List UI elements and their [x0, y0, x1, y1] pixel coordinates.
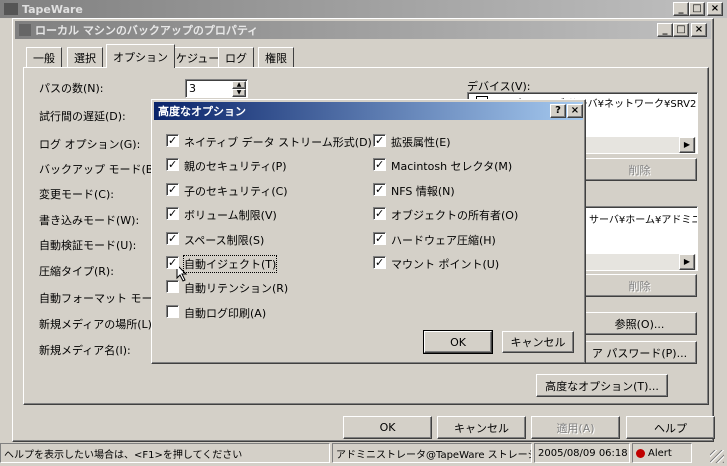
- properties-maximize-button[interactable]: □: [673, 23, 689, 37]
- write-mode-label: 書き込みモード(W):: [39, 214, 140, 227]
- option-checkbox[interactable]: [373, 231, 386, 245]
- advanced-dialog-close-button[interactable]: ×: [567, 104, 583, 118]
- advanced-cancel-button[interactable]: キャンセル: [502, 331, 574, 353]
- option-label: ネイティブ データ ストリーム形式(D): [184, 136, 372, 149]
- option-label: スペース制限(S): [184, 233, 265, 247]
- resize-grip-icon[interactable]: [710, 450, 724, 463]
- option-label: 親のセキュリティ(P): [184, 160, 287, 174]
- new-media-name-label: 新規メディア名(I):: [39, 344, 131, 357]
- option-label: ハードウェア圧縮(H): [391, 233, 496, 247]
- option-label: オブジェクトの所有者(O): [391, 209, 519, 223]
- option-right_options-3[interactable]: オブジェクトの所有者(O): [373, 206, 563, 222]
- option-checkbox[interactable]: [166, 231, 179, 245]
- devices-scroll-right[interactable]: ▶: [679, 137, 695, 153]
- help-button[interactable]: ヘルプ: [626, 416, 715, 439]
- browse-button[interactable]: 参照(O)...: [582, 312, 697, 335]
- option-label: ボリューム制限(V): [184, 209, 277, 223]
- delete-device-button[interactable]: 削除: [582, 158, 697, 181]
- option-label: 自動リテンション(R): [184, 282, 289, 296]
- option-left_options-2[interactable]: 子のセキュリティ(C): [166, 182, 356, 198]
- pass-count-spin-down[interactable]: ▼: [232, 89, 246, 97]
- main-window-titlebar: TapeWare: [0, 0, 727, 18]
- cancel-button[interactable]: キャンセル: [437, 416, 526, 439]
- main-minimize-button[interactable]: _: [673, 2, 689, 16]
- option-checkbox[interactable]: [166, 158, 179, 172]
- advanced-dialog-title: 高度なオプション: [158, 105, 246, 118]
- option-left_options-7[interactable]: 自動ログ印刷(A): [166, 304, 356, 320]
- advanced-dialog-titlebar: 高度なオプション: [154, 102, 583, 120]
- tab-permissions[interactable]: 権限: [258, 47, 294, 67]
- advanced-dialog-help-button[interactable]: ?: [550, 104, 566, 118]
- option-label: Macintosh セレクタ(M): [391, 160, 513, 174]
- properties-minimize-button[interactable]: _: [657, 23, 673, 37]
- tab-log[interactable]: ログ: [218, 47, 254, 67]
- location-scroll-right[interactable]: ▶: [679, 254, 695, 270]
- pass-count-label: パスの数(N):: [39, 82, 104, 95]
- change-mode-label: 変更モード(C):: [39, 188, 114, 201]
- option-label: 拡張属性(E): [391, 136, 451, 149]
- option-checkbox[interactable]: [373, 182, 386, 196]
- properties-close-button[interactable]: ×: [691, 23, 707, 37]
- option-right_options-4[interactable]: ハードウェア圧縮(H): [373, 231, 563, 247]
- main-maximize-button[interactable]: □: [689, 2, 705, 16]
- log-option-label: ログ オプション(G):: [39, 138, 141, 151]
- tab-general[interactable]: 一般: [26, 47, 62, 67]
- option-label: マウント ポイント(U): [391, 258, 500, 271]
- properties-window-icon: [19, 24, 31, 36]
- compression-type-label: 圧縮タイプ(R):: [39, 265, 114, 278]
- option-right_options-0[interactable]: 拡張属性(E): [373, 133, 563, 149]
- status-datetime: 2005/08/09 06:18: [534, 443, 630, 463]
- main-window-title: TapeWare: [22, 2, 83, 16]
- status-alert[interactable]: Alert: [632, 443, 692, 463]
- advanced-options-dialog: 高度なオプション ? × OK キャンセル ネイティブ データ ストリーム形式(…: [151, 99, 586, 364]
- option-checkbox[interactable]: [373, 207, 386, 221]
- option-left_options-3[interactable]: ボリューム制限(V): [166, 206, 356, 222]
- option-checkbox[interactable]: [373, 158, 386, 172]
- advanced-options-button[interactable]: 高度なオプション(T)...: [536, 374, 668, 397]
- option-checkbox[interactable]: [166, 280, 179, 294]
- pass-count-spin-up[interactable]: ▲: [232, 81, 246, 89]
- option-left_options-6[interactable]: 自動リテンション(R): [166, 279, 356, 295]
- option-label: 自動ログ印刷(A): [184, 306, 267, 320]
- apply-button[interactable]: 適用(A): [531, 416, 620, 439]
- ok-button[interactable]: OK: [343, 416, 432, 439]
- option-right_options-2[interactable]: NFS 情報(N): [373, 182, 563, 198]
- option-right_options-5[interactable]: マウント ポイント(U): [373, 255, 563, 271]
- properties-titlebar: ローカル マシンのバックアップのプロパティ: [15, 21, 711, 39]
- tab-selection[interactable]: 選択: [67, 47, 103, 67]
- option-checkbox[interactable]: [166, 207, 179, 221]
- option-right_options-1[interactable]: Macintosh セレクタ(M): [373, 157, 563, 173]
- properties-window-title: ローカル マシンのバックアップのプロパティ: [35, 24, 259, 37]
- option-label: 子のセキュリティ(C): [184, 184, 288, 198]
- retry-delay-label: 試行間の遅延(D):: [39, 110, 126, 123]
- new-media-location-label: 新規メディアの場所(L):: [39, 318, 156, 331]
- app-icon: [4, 3, 18, 15]
- advanced-ok-button[interactable]: OK: [423, 330, 493, 354]
- location-list-item[interactable]: サーバ¥ホーム¥アドミニスト: [589, 211, 697, 226]
- backup-mode-label: バックアップ モード(B):: [39, 163, 162, 176]
- option-left_options-1[interactable]: 親のセキュリティ(P): [166, 157, 356, 173]
- tab-options[interactable]: オプション: [106, 44, 175, 68]
- option-left_options-4[interactable]: スペース制限(S): [166, 231, 356, 247]
- alert-icon: [636, 448, 645, 458]
- media-password-button[interactable]: ア パスワード(P)...: [582, 341, 697, 364]
- main-close-button[interactable]: ×: [707, 2, 723, 16]
- option-checkbox[interactable]: [373, 134, 386, 147]
- option-checkbox[interactable]: [166, 134, 179, 147]
- status-help-hint: ヘルプを表示したい場合は、<F1>を押してください: [0, 443, 330, 463]
- delete-location-button[interactable]: 削除: [582, 274, 697, 297]
- option-left_options-0[interactable]: ネイティブ データ ストリーム形式(D): [166, 133, 372, 149]
- option-checkbox[interactable]: [166, 304, 179, 318]
- option-checkbox[interactable]: [166, 256, 179, 269]
- option-label: 自動イジェクト(T): [182, 255, 278, 273]
- status-user: アドミニストレータ@TapeWare ストレージ サーバ: [332, 443, 532, 463]
- option-checkbox[interactable]: [373, 256, 386, 269]
- auto-verify-mode-label: 自動検証モード(U):: [39, 239, 137, 252]
- option-checkbox[interactable]: [166, 182, 179, 196]
- option-left_options-5[interactable]: 自動イジェクト(T): [166, 255, 356, 273]
- option-label: NFS 情報(N): [391, 184, 455, 198]
